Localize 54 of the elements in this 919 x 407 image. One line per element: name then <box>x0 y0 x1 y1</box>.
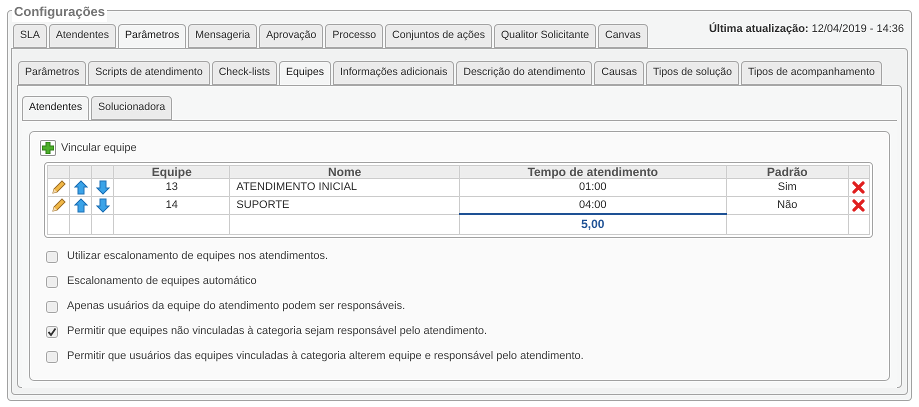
checkbox-label: Permitir que usuários das equipes vinculadas à categoria alterem equipe e responsável pelo atendimento. <box>67 349 584 364</box>
column-header: Tempo de atendimento <box>459 166 726 178</box>
tab[interactable]: SLA <box>13 24 47 48</box>
tab[interactable]: Tipos de solução <box>646 60 739 84</box>
table-cell: Não <box>726 196 848 214</box>
tab[interactable]: Atendentes <box>22 96 90 120</box>
tab[interactable]: Solucionadora <box>91 96 172 120</box>
tab[interactable]: Descrição do atendimento <box>456 60 592 84</box>
tab[interactable]: Conjuntos de ações <box>385 24 492 48</box>
delete-icon[interactable] <box>852 180 866 194</box>
checkbox[interactable] <box>46 326 58 338</box>
table-cell: ATENDIMENTO INICIAL <box>230 178 460 196</box>
checkbox[interactable] <box>46 250 58 262</box>
table-cell: Sim <box>726 178 848 196</box>
table-cell: 13 <box>114 178 230 196</box>
tab[interactable]: Parâmetros <box>118 24 186 48</box>
tab[interactable]: Tipos de acompanhamento <box>740 60 882 84</box>
tab[interactable]: Scripts de atendimento <box>88 60 210 84</box>
tab[interactable]: Equipes <box>279 60 331 84</box>
checkbox-label: Escalonamento de equipes automático <box>67 274 257 290</box>
plus-icon <box>42 142 54 154</box>
column-header: Padrão <box>726 166 848 178</box>
tab[interactable]: Atendentes <box>48 24 116 48</box>
tab[interactable]: Parâmetros <box>18 60 86 84</box>
checkbox-label: Utilizar escalonamento de equipes nos atendimentos. <box>67 249 328 264</box>
arrow-up-icon[interactable] <box>74 180 88 195</box>
pencil-icon[interactable] <box>51 198 66 212</box>
total-cell: 5,00 <box>459 214 726 234</box>
arrow-down-icon[interactable] <box>96 198 110 212</box>
tab[interactable]: Causas <box>594 60 644 84</box>
table-cell: 01:00 <box>459 178 726 196</box>
tab[interactable]: Mensageria <box>188 24 258 48</box>
add-button[interactable] <box>40 140 56 156</box>
table-cell: 14 <box>114 196 230 214</box>
tab[interactable]: Qualitor Solicitante <box>494 24 596 48</box>
column-header: Nome <box>230 166 460 178</box>
checkbox-label: Apenas usuários da equipe do atendimento podem ser responsáveis. <box>67 299 406 314</box>
checkbox-label: Permitir que equipes não vinculadas à categoria sejam responsável pelo atendimento. <box>67 324 488 340</box>
tab[interactable]: Processo <box>325 24 384 48</box>
tab[interactable]: Check-lists <box>212 60 278 84</box>
tab[interactable]: Canvas <box>598 24 648 48</box>
column-header: Equipe <box>114 166 230 178</box>
tab[interactable]: Aprovação <box>259 24 324 48</box>
checkbox[interactable] <box>46 276 58 288</box>
add-team-link[interactable]: Vincular equipe <box>61 140 137 156</box>
tab[interactable]: Informações adicionais <box>332 60 454 84</box>
checkbox[interactable] <box>46 350 58 362</box>
checkbox[interactable] <box>46 300 58 312</box>
table-cell: SUPORTE <box>230 196 460 214</box>
delete-icon[interactable] <box>852 198 866 212</box>
arrow-down-icon[interactable] <box>96 180 110 195</box>
arrow-up-icon[interactable] <box>74 198 88 212</box>
pencil-icon[interactable] <box>51 180 66 195</box>
last-update-text: Última atualização: 12/04/2019 - 14:36 <box>708 21 905 37</box>
